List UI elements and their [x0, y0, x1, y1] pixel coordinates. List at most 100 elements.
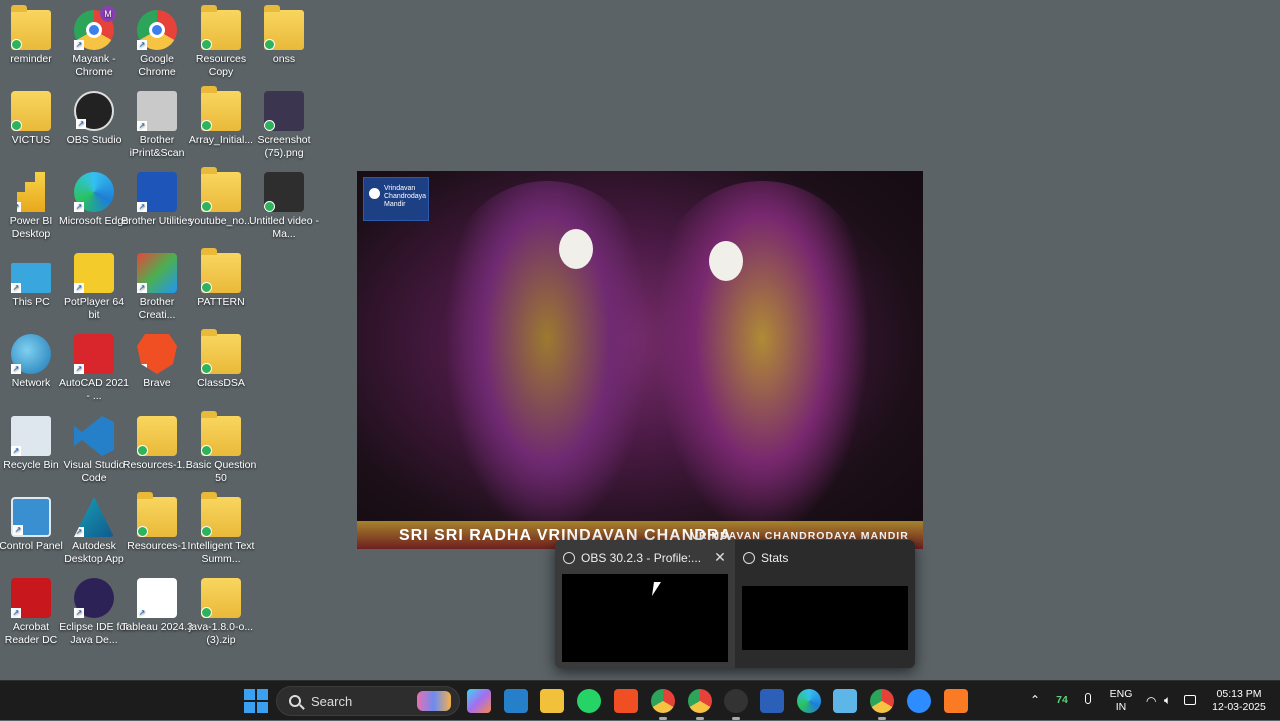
- desktop-icon-untitled-video-ma[interactable]: Untitled video - Ma...: [248, 172, 320, 241]
- desktop-icon-brave[interactable]: ↗ Brave: [121, 334, 193, 390]
- eclipse-icon: ↗: [74, 578, 114, 618]
- thumbnail-preview[interactable]: [742, 586, 908, 650]
- desktop-icon-label: reminder: [10, 53, 52, 65]
- shortcut-arrow-icon: ↗: [74, 446, 84, 456]
- taskbar-obs-icon[interactable]: [724, 689, 748, 713]
- taskbar-vscode-icon[interactable]: [504, 689, 528, 713]
- recycle-bin-icon: ↗: [11, 416, 51, 456]
- desktop-icon-resources-1[interactable]: Resources-1...: [121, 416, 193, 472]
- desktop-icon-visual-studio-code[interactable]: ↗ Visual Studio Code: [58, 416, 130, 485]
- desktop-icon-resources-copy[interactable]: Resources Copy: [185, 5, 257, 79]
- desktop-icon-obs-studio[interactable]: ↗ OBS Studio: [58, 91, 130, 147]
- taskbar-edge-icon[interactable]: [797, 689, 821, 713]
- taskbar-chrome-profile-icon[interactable]: [688, 689, 712, 713]
- deity-left-arch: [447, 181, 647, 531]
- taskbar-chrome-icon[interactable]: [870, 689, 894, 713]
- clock[interactable]: 05:13 PM 12-03-2025: [1206, 681, 1272, 721]
- network-icon: ↗: [11, 334, 51, 374]
- desktop-icon-label: Brother iPrint&Scan: [129, 134, 185, 159]
- desktop-icon-victus[interactable]: VICTUS: [0, 91, 67, 147]
- desktop-icon-acrobat-reader-dc[interactable]: ↗ Acrobat Reader DC: [0, 578, 67, 647]
- search-highlight-icon: [417, 691, 451, 711]
- desktop-icon-autodesk-desktop-app[interactable]: ↗ Autodesk Desktop App: [58, 497, 130, 566]
- desktop-icon-mayank-chrome[interactable]: ↗ M Mayank - Chrome: [58, 6, 130, 79]
- desktop-icon-brother-iprint-scan[interactable]: ↗ Brother iPrint&Scan: [121, 91, 193, 160]
- taskbar-xampp-icon[interactable]: [944, 689, 968, 713]
- desktop-icon-intelligent-text-summ[interactable]: Intelligent Text Summ...: [185, 492, 257, 566]
- tray-status-icons[interactable]: ◠ 🔈︎: [1142, 681, 1202, 721]
- taskbar-word-icon[interactable]: [760, 689, 784, 713]
- desktop-icon-brother-utilities[interactable]: ↗ Brother Utilities: [121, 172, 193, 228]
- taskbar-chrome-icon[interactable]: [651, 689, 675, 713]
- folder-icon: [137, 492, 177, 537]
- desktop-icon-microsoft-edge[interactable]: ↗ Microsoft Edge: [58, 172, 130, 228]
- desktop-icon-label: This PC: [12, 296, 50, 308]
- desktop-icon-control-panel[interactable]: ↗ Control Panel: [0, 497, 67, 553]
- shortcut-arrow-icon: ↗: [11, 608, 21, 618]
- desktop-icon-potplayer-64-bit[interactable]: ↗ PotPlayer 64 bit: [58, 253, 130, 322]
- shortcut-arrow-icon: ↗: [74, 608, 84, 618]
- sync-status-icon: [11, 120, 22, 131]
- desktop-icon-eclipse-ide-for-java-de[interactable]: ↗ Eclipse IDE for Java De...: [58, 578, 130, 647]
- photo-window[interactable]: Vrindavan Chandrodaya Mandir SRI SRI RAD…: [357, 171, 923, 549]
- language-indicator[interactable]: ENG IN: [1106, 681, 1136, 721]
- desktop-icon-label: Brother Creati...: [138, 296, 176, 321]
- taskbar-notepad-icon[interactable]: [833, 689, 857, 713]
- potplayer-icon: ↗: [74, 253, 114, 293]
- desktop-icon-power-bi-desktop[interactable]: ↗ Power BI Desktop: [0, 172, 67, 241]
- shortcut-arrow-icon: ↗: [11, 283, 21, 293]
- desktop-icon-resources-1[interactable]: Resources-1: [121, 492, 193, 553]
- zip-folder-icon: [201, 578, 241, 618]
- image-file-icon: [264, 91, 304, 131]
- desktop-icon-onss[interactable]: onss: [248, 5, 320, 66]
- thumbnail-preview[interactable]: [562, 574, 728, 662]
- taskbar-whatsapp-icon[interactable]: [577, 689, 601, 713]
- desktop-icon-google-chrome[interactable]: ↗ Google Chrome: [121, 10, 193, 79]
- thumbnail-title-text: OBS 30.2.3 - Profile:...: [581, 551, 702, 565]
- desktop-icon-label: Screenshot (75).png: [257, 134, 311, 159]
- tray-overflow-chevron-icon[interactable]: ⌃: [1028, 681, 1042, 721]
- zip-folder-icon: [137, 416, 177, 456]
- desktop-icon-java-1-8-0-o-3-zip[interactable]: java-1.8.0-o... (3).zip: [185, 578, 257, 647]
- shortcut-arrow-icon: ↗: [11, 446, 21, 456]
- autodesk-icon: ↗: [74, 497, 114, 537]
- desktop-icon-recycle-bin[interactable]: ↗ Recycle Bin: [0, 416, 67, 472]
- volume-icon: 🔈︎: [1164, 693, 1172, 707]
- sync-status-icon: [201, 363, 212, 374]
- desktop-icon-network[interactable]: ↗ Network: [0, 334, 67, 390]
- desktop-icon-youtube-no[interactable]: youtube_no...: [185, 167, 257, 228]
- taskbar-brave-icon[interactable]: [614, 689, 638, 713]
- brave-icon: ↗: [137, 334, 177, 374]
- desktop-icon-classdsa[interactable]: ClassDSA: [185, 329, 257, 390]
- desktop-icon-pattern[interactable]: PATTERN: [185, 248, 257, 309]
- close-icon[interactable]: ✕: [711, 548, 729, 566]
- taskbar-search-box[interactable]: Search: [276, 686, 460, 716]
- obs-icon: ↗: [74, 91, 114, 131]
- folder-icon: [11, 5, 51, 50]
- desktop-icon-label: Untitled video - Ma...: [248, 215, 320, 240]
- desktop-icon-label: Brother Utilities: [121, 215, 193, 227]
- desktop-icon-tableau-2024-3[interactable]: ↗ Tableau 2024.3: [121, 578, 193, 634]
- start-button[interactable]: [244, 689, 268, 713]
- desktop-icon-array-initial[interactable]: Array_Initial...: [185, 86, 257, 147]
- desktop-icon-label: Recycle Bin: [3, 459, 59, 471]
- desktop-icon-this-pc[interactable]: ↗ This PC: [0, 253, 67, 309]
- clock-date: 12-03-2025: [1212, 701, 1266, 713]
- desktop-icon-reminder[interactable]: reminder: [0, 5, 67, 66]
- sync-status-icon: [11, 39, 22, 50]
- tray-battery-saver[interactable]: 74: [1052, 681, 1072, 721]
- shortcut-arrow-icon: ↗: [74, 283, 84, 293]
- desktop-icon-basic-question-50[interactable]: Basic Question 50: [185, 411, 257, 485]
- taskbar-file-explorer-icon[interactable]: [540, 689, 564, 713]
- microphone-icon[interactable]: [1080, 681, 1096, 721]
- desktop-icon-label: Tableau 2024.3: [121, 621, 193, 633]
- desktop-icon-screenshot-75-png[interactable]: Screenshot (75).png: [248, 91, 320, 160]
- thumbnail-obs-stats[interactable]: Stats: [735, 540, 915, 668]
- desktop-icon-autocad-2021[interactable]: ↗ AutoCAD 2021 - ...: [58, 334, 130, 403]
- thumbnail-title-text: Stats: [761, 551, 789, 565]
- desktop-icon-brother-creati[interactable]: ↗ Brother Creati...: [121, 253, 193, 322]
- taskbar-zoom-icon[interactable]: [907, 689, 931, 713]
- thumbnail-obs-main[interactable]: OBS 30.2.3 - Profile:... ✕: [555, 540, 735, 668]
- shortcut-arrow-icon: ↗: [137, 283, 147, 293]
- taskbar-copilot-icon[interactable]: [467, 689, 491, 713]
